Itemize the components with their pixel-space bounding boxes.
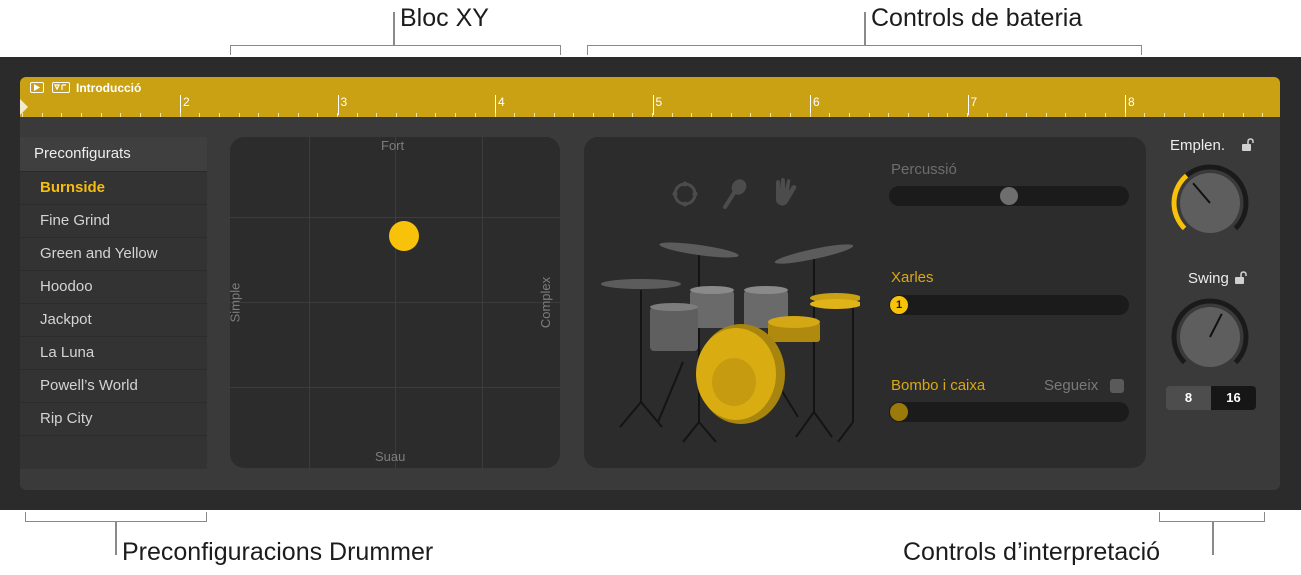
ruler-bar-number: 8 — [1128, 95, 1135, 109]
preset-item[interactable]: Hoodoo — [20, 271, 207, 304]
swing-label: Swing — [1188, 270, 1229, 287]
ruler-bar-line — [495, 95, 496, 115]
xy-label-left: Simple — [230, 282, 243, 323]
ruler-bar-line — [810, 95, 811, 115]
preset-item[interactable]: Powell’s World — [20, 370, 207, 403]
region-loop-icon[interactable] — [52, 82, 70, 93]
ruler-bar-number: 5 — [655, 95, 663, 109]
hand-clap-icon[interactable] — [770, 177, 800, 209]
note-8-option[interactable]: 8 — [1166, 386, 1211, 410]
ruler-bar-number: 7 — [970, 95, 978, 109]
callout-xy-pad: Bloc XY — [400, 4, 489, 32]
play-icon[interactable] — [30, 82, 44, 93]
preset-item[interactable]: Green and Yellow — [20, 238, 207, 271]
xy-label-top: Fort — [381, 138, 405, 153]
follow-label: Segueix — [1044, 377, 1099, 394]
percussion-label: Percussió — [891, 161, 957, 178]
fill-label: Emplen. — [1170, 137, 1226, 154]
preset-item[interactable]: Jackpot — [20, 304, 207, 337]
ruler-bar-number: 4 — [498, 95, 505, 109]
fill-knob[interactable] — [1170, 163, 1250, 243]
hihat-label: Xarles — [891, 269, 934, 286]
grid-line — [230, 387, 560, 388]
note-16-option[interactable]: 16 — [1211, 386, 1256, 410]
kick-snare-slider[interactable] — [889, 402, 1129, 422]
lock-icon[interactable] — [1233, 271, 1247, 285]
kick-snare-label: Bombo i caixa — [891, 377, 986, 394]
preset-item[interactable]: Burnside — [20, 172, 207, 205]
hihat-value: 1 — [895, 299, 903, 311]
percussion-slider-thumb[interactable] — [1000, 187, 1018, 205]
hihat-slider-thumb[interactable]: 1 — [890, 296, 908, 314]
ruler-bar-number: 2 — [183, 95, 190, 109]
callout-xy-stem — [393, 12, 395, 46]
callout-presets-bracket — [25, 512, 207, 522]
xy-label-bottom: Suau — [375, 449, 406, 464]
drum-kit-icon[interactable] — [598, 232, 860, 452]
ruler-bar-number: 3 — [340, 95, 348, 109]
callout-presets: Preconfiguracions Drummer — [122, 538, 434, 566]
callout-xy-bracket — [230, 45, 561, 55]
callout-performance-bracket — [1159, 512, 1265, 522]
note-resolution-selector[interactable]: 8 16 — [1166, 386, 1256, 410]
preset-item[interactable]: Fine Grind — [20, 205, 207, 238]
preset-item[interactable]: Rip City — [20, 403, 207, 436]
ruler-bar-line — [180, 95, 181, 115]
ruler-bar-line — [652, 95, 654, 115]
drummer-editor: Introducció 2 3 4 5 6 7 8 Preconfigurats Burns… — [0, 57, 1301, 510]
kick-snare-slider-thumb[interactable] — [890, 403, 908, 421]
swing-knob[interactable] — [1170, 297, 1250, 377]
callout-drum-controls: Controls de bateria — [871, 4, 1083, 32]
percussion-slider[interactable] — [889, 186, 1129, 206]
xy-puck[interactable] — [389, 221, 419, 251]
ruler-bar-line — [1125, 95, 1126, 115]
hihat-slider[interactable]: 1 — [889, 295, 1129, 315]
follow-checkbox[interactable] — [1110, 379, 1124, 393]
presets-list: Preconfigurats Burnside Fine Grind Green… — [20, 137, 207, 469]
grid-line — [230, 302, 560, 303]
shaker-icon[interactable] — [720, 177, 750, 209]
lock-icon[interactable] — [1240, 138, 1254, 152]
callout-drum-bracket — [587, 45, 1142, 55]
callout-performance-stem — [1212, 522, 1214, 555]
ruler-bar-line — [337, 95, 339, 115]
region-ruler[interactable]: Introducció 2 3 4 5 6 7 8 — [20, 77, 1280, 117]
drum-controls: Percussió Xarles 1 Bombo i caixa Segueix — [584, 137, 1146, 468]
callout-drum-stem — [864, 12, 866, 46]
xy-pad[interactable]: Fort Suau Simple Complex — [230, 137, 560, 468]
xy-label-right: Complex — [538, 276, 554, 329]
callout-presets-stem — [115, 522, 117, 555]
region-name: Introducció — [76, 81, 142, 95]
grid-line — [230, 217, 560, 218]
ruler-bar-number: 6 — [813, 95, 820, 109]
tambourine-icon[interactable] — [670, 179, 700, 209]
editor-body: Preconfigurats Burnside Fine Grind Green… — [20, 117, 1280, 490]
preset-item[interactable]: La Luna — [20, 337, 207, 370]
ruler-bar-line — [967, 95, 969, 115]
presets-header: Preconfigurats — [20, 137, 207, 172]
callout-performance: Controls d’interpretació — [903, 538, 1161, 566]
